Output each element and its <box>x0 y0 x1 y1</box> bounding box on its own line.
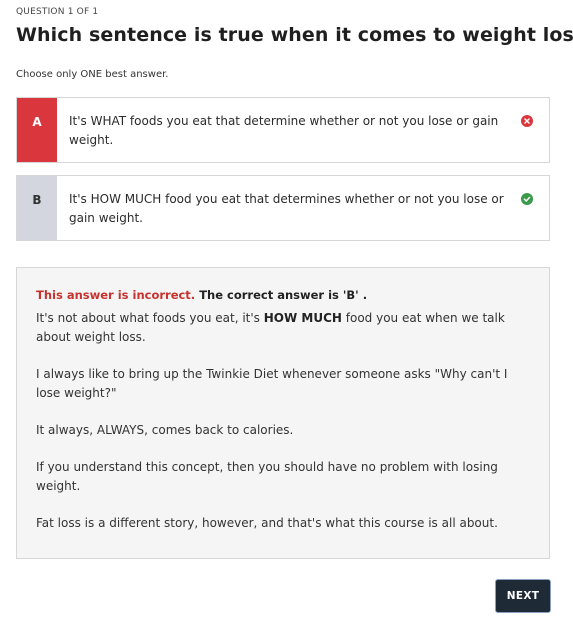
feedback-text: It's not about what foods you eat, it's <box>36 311 264 325</box>
option-letter: A <box>17 98 57 162</box>
option-text: It's HOW MUCH food you eat that determin… <box>69 192 504 225</box>
feedback-paragraph: It's not about what foods you eat, it's … <box>36 309 529 347</box>
correct-answer-label: The correct answer is 'B' . <box>199 288 368 302</box>
incorrect-label: This answer is incorrect. <box>36 288 196 302</box>
feedback-emphasis: HOW MUCH <box>263 311 342 325</box>
check-circle-icon <box>521 193 533 205</box>
answer-option-a[interactable]: A It's WHAT foods you eat that determine… <box>16 97 550 163</box>
answer-feedback-panel: This answer is incorrect. The correct an… <box>16 267 550 559</box>
next-button[interactable]: NEXT <box>495 579 551 613</box>
question-instructions: Choose only ONE best answer. <box>16 69 169 80</box>
x-circle-icon <box>521 115 533 127</box>
feedback-paragraph: If you understand this concept, then you… <box>36 460 498 493</box>
answer-option-b[interactable]: B It's HOW MUCH food you eat that determ… <box>16 175 550 241</box>
question-counter: QUESTION 1 OF 1 <box>16 7 99 17</box>
option-text: It's WHAT foods you eat that determine w… <box>69 114 499 147</box>
feedback-paragraph: I always like to bring up the Twinkie Di… <box>36 367 508 400</box>
feedback-paragraph: Fat loss is a different story, however, … <box>36 516 498 530</box>
feedback-paragraph: It always, ALWAYS, comes back to calorie… <box>36 423 294 437</box>
quiz-page: QUESTION 1 OF 1 Which sentence is true w… <box>0 0 573 621</box>
option-letter: B <box>17 176 57 240</box>
question-title: Which sentence is true when it comes to … <box>16 24 573 46</box>
feedback-heading: This answer is incorrect. The correct an… <box>36 288 529 302</box>
